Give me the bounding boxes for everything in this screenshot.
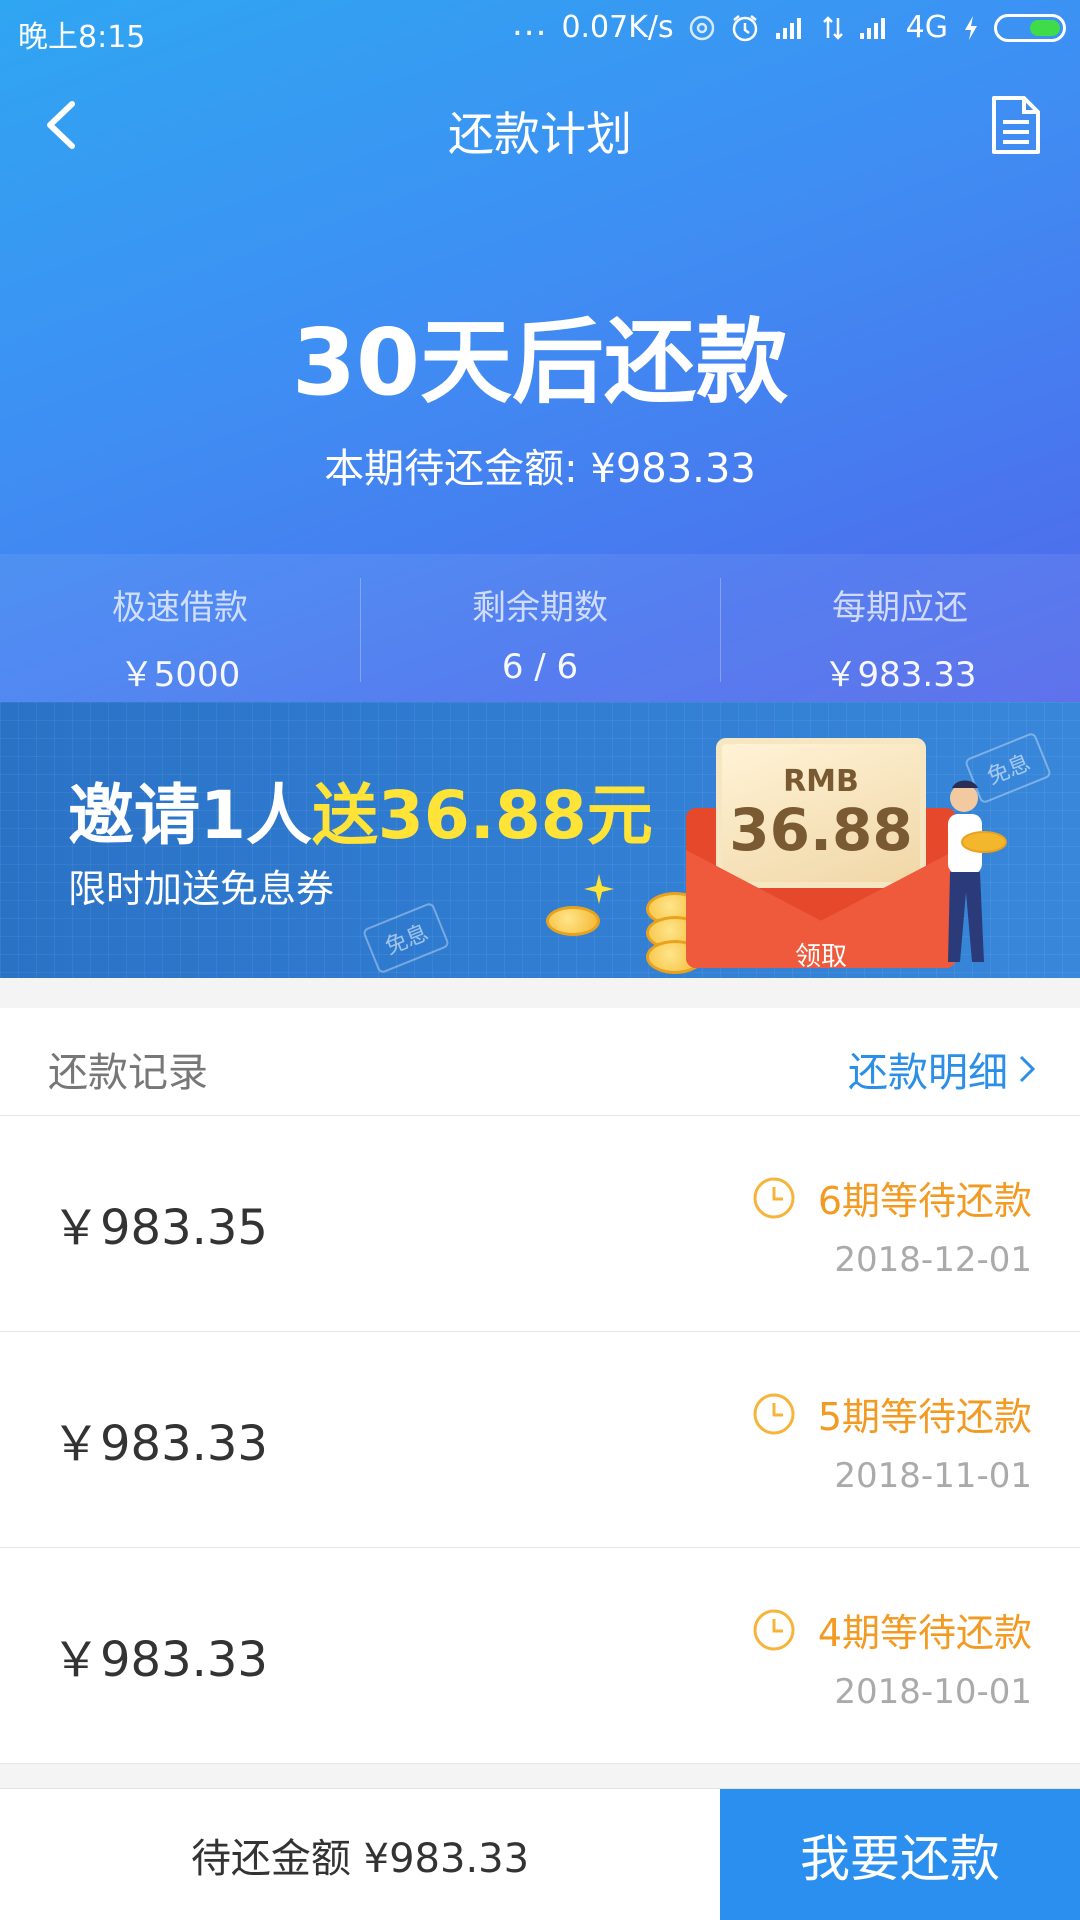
stat-remaining-periods: 剩余期数 6 / 6 (360, 554, 720, 702)
chevron-right-icon (1019, 1055, 1036, 1083)
clock-icon (753, 1393, 795, 1434)
stat-value: 6 / 6 (501, 647, 579, 687)
repayment-countdown: 30天后还款 (291, 309, 789, 416)
record-amount: ￥983.33 (52, 1416, 268, 1472)
more-dots: ... (512, 3, 548, 44)
charging-icon (962, 14, 980, 42)
record-date: 2018-10-01 (834, 1672, 1032, 1712)
battery-icon (994, 13, 1066, 42)
status-bar: 晚上8:15 ... 0.07K/s 4G (0, 0, 1080, 62)
red-envelope: RMB 36.88 领取 (686, 738, 956, 972)
repay-button[interactable]: 我要还款 (720, 1789, 1080, 1920)
record-date: 2018-11-01 (834, 1456, 1032, 1496)
stat-label: 每期应还 (832, 588, 968, 628)
record-amount: ￥983.35 (52, 1200, 268, 1256)
stat-loan-amount: 极速借款 ￥5000 (0, 554, 360, 702)
detail-link-label: 还款明细 (848, 1050, 1008, 1096)
alarm-icon (730, 13, 760, 43)
envelope-amount: 36.88 (729, 796, 913, 864)
status-time: 晚上8:15 (18, 20, 146, 55)
clock-icon (753, 1609, 795, 1650)
signal-icon-2 (858, 15, 892, 41)
record-status-label: 5期等待还款 (817, 1395, 1032, 1439)
record-status-label: 6期等待还款 (817, 1179, 1032, 1223)
current-due-amount: 本期待还金额: ¥983.33 (324, 446, 756, 492)
hotspot-icon (688, 14, 716, 42)
record-amount: ￥983.33 (52, 1632, 268, 1688)
record-date: 2018-12-01 (834, 1240, 1032, 1280)
net-speed: 0.07K/s (561, 10, 674, 45)
status-icons: ... 0.07K/s 4G (512, 3, 1066, 45)
banner-headline: 邀请1人送36.88元 (68, 762, 653, 858)
network-type: 4G (905, 10, 948, 45)
record-status: 4期等待还款 (752, 1602, 1032, 1657)
stat-label: 剩余期数 (472, 588, 608, 628)
nav-bar: 还款计划 (0, 70, 1080, 180)
repayment-record-row[interactable]: ￥983.35 6期等待还款 2018-12-01 (0, 1116, 1080, 1332)
bottom-action-bar: 待还金额 ¥983.33 我要还款 (0, 1788, 1080, 1920)
clock-icon (753, 1177, 795, 1218)
document-icon (992, 96, 1040, 154)
sparkle-icon (584, 874, 614, 904)
envelope-currency: RMB (783, 764, 859, 799)
banner-subtitle: 限时加送免息券 (68, 867, 335, 911)
coin-icon (546, 906, 600, 936)
repayment-record-row[interactable]: ￥983.33 4期等待还款 2018-10-01 (0, 1548, 1080, 1764)
record-status: 6期等待还款 (752, 1170, 1032, 1225)
banner-headline-prefix: 邀请1人 (68, 777, 312, 854)
banner-headline-highlight: 送36.88元 (311, 777, 653, 854)
loan-stats: 极速借款 ￥5000 剩余期数 6 / 6 每期应还 ￥983.33 (0, 554, 1080, 702)
claim-button[interactable]: 领取 (686, 936, 956, 973)
invite-promo-banner[interactable]: 邀请1人送36.88元 限时加送免息券 免息 免息 RMB 36.88 领取 (0, 702, 1080, 978)
stat-per-period: 每期应还 ￥983.33 (720, 554, 1080, 702)
envelope-card: RMB 36.88 (716, 738, 926, 888)
page-title: 还款计划 (448, 107, 632, 161)
records-title: 还款记录 (48, 1050, 208, 1096)
stat-label: 极速借款 (112, 588, 248, 628)
stat-value: ￥983.33 (823, 655, 977, 695)
person-illustration (948, 780, 1007, 962)
pending-amount: 待还金额 ¥983.33 (190, 1836, 530, 1882)
document-button[interactable] (988, 92, 1044, 158)
data-transfer-icon (822, 14, 844, 42)
repayment-record-row[interactable]: ￥983.33 5期等待还款 2018-11-01 (0, 1332, 1080, 1548)
stat-value: ￥5000 (119, 655, 241, 695)
record-status-label: 4期等待还款 (817, 1611, 1032, 1655)
repayment-detail-link[interactable]: 还款明细 (848, 1040, 1036, 1098)
record-status: 5期等待还款 (752, 1386, 1032, 1441)
records-header: 还款记录 还款明细 (0, 1008, 1080, 1116)
signal-icon (774, 15, 808, 41)
